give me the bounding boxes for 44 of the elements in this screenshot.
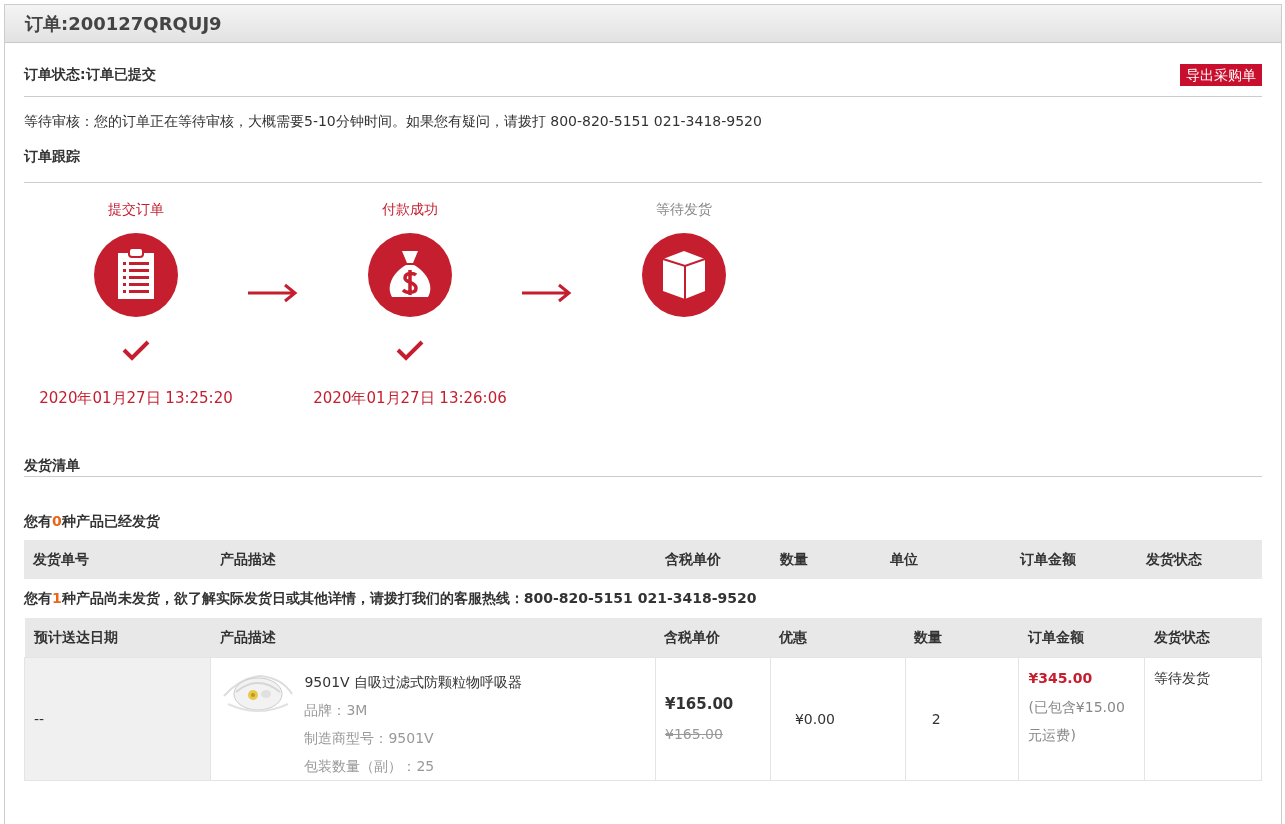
- box-icon: [642, 233, 726, 317]
- table-cell: 2: [931, 710, 941, 727]
- product-detail: 品牌：3M: [304, 701, 369, 720]
- unit-price: ¥165.00: [665, 694, 735, 716]
- step-label: 等待发货: [656, 200, 712, 219]
- step-time: 2020年01月27日 13:26:06: [313, 388, 507, 409]
- column-header: 数量: [905, 618, 1019, 658]
- section-title: 订单跟踪: [24, 148, 80, 164]
- export-button[interactable]: 导出采购单: [1180, 63, 1262, 86]
- table-cell: --: [34, 710, 45, 727]
- column-header: 订单金额: [1011, 540, 1137, 579]
- shipped-notice: 您有0种产品已经发货: [24, 513, 160, 529]
- column-header: 发货状态: [1137, 540, 1262, 579]
- column-header: 产品描述: [210, 618, 656, 658]
- arrow-icon: [522, 283, 572, 303]
- column-header: 发货单号: [24, 540, 211, 579]
- product-detail: 包装数量（副）：25: [304, 757, 436, 776]
- original-price: ¥165.00: [665, 724, 724, 744]
- product-detail: 制造商型号：9501V: [304, 729, 435, 748]
- column-header: 含税单价: [656, 540, 771, 579]
- step-label: 提交订单: [108, 200, 164, 219]
- column-header: 订单金额: [1018, 618, 1145, 658]
- order-status: 订单状态:订单已提交: [24, 65, 156, 84]
- column-header: 预计送达日期: [24, 618, 211, 658]
- column-header: 数量: [771, 540, 881, 579]
- column-header: 优惠: [770, 618, 906, 658]
- step-time: 2020年01月27日 13:25:20: [39, 388, 233, 409]
- arrow-icon: [248, 283, 298, 303]
- money-bag-icon: [368, 233, 452, 317]
- clipboard-icon: [94, 233, 178, 317]
- review-notice: 等待审核：您的订单正在等待审核，大概需要5-10分钟时间。如果您有疑问，请拨打 800-820-5151 021-3418-9520: [24, 112, 763, 131]
- column-header: 含税单价: [655, 618, 771, 658]
- column-header: 发货状态: [1144, 618, 1262, 658]
- step-label: 付款成功: [382, 200, 438, 219]
- column-header: 单位: [881, 540, 1011, 579]
- table-cell: ¥0.00: [794, 710, 835, 727]
- order-amount: ¥345.00: [1028, 669, 1094, 688]
- unshipped-notice: 您有1种产品尚未发货，欲了解实际发货日或其他详情，请拨打我们的客服热线：800-820-5151 021-3418-9520: [24, 590, 757, 606]
- section-title: 发货清单: [24, 457, 80, 473]
- order-title: 订单:200127QRQUJ9: [25, 12, 222, 36]
- column-header: 产品描述: [211, 540, 656, 579]
- product-name: 9501V 自吸过滤式防颗粒物呼吸器: [304, 673, 523, 692]
- table-cell: 等待发货: [1154, 670, 1211, 686]
- shipping-fee-note: (已包含¥15.00元运费): [1028, 698, 1126, 745]
